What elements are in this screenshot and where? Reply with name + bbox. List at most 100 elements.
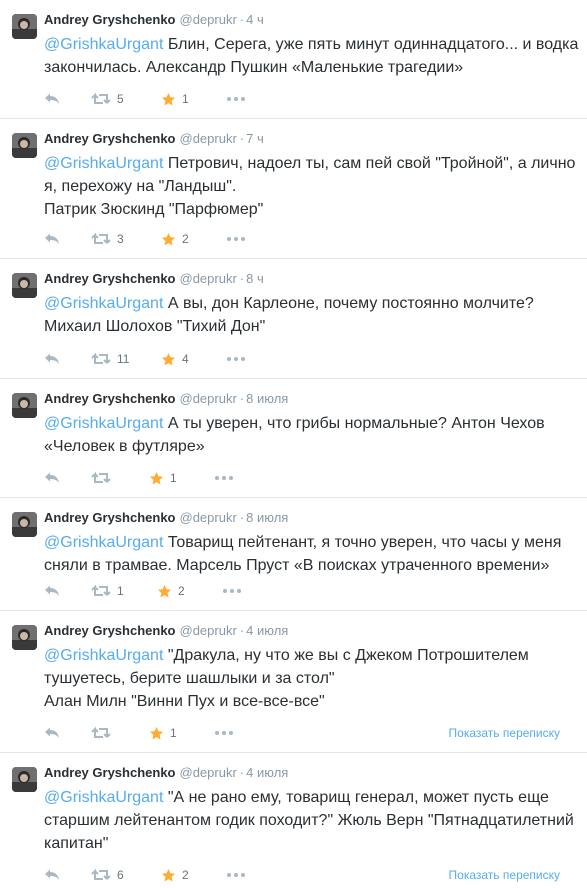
favorite-button[interactable]: 2 (161, 230, 189, 248)
more-dots-icon (227, 873, 245, 877)
avatar-image (12, 625, 37, 650)
tweet-text-line: @GrishkaUrgant А ты уверен, что грибы но… (44, 412, 574, 435)
tweet[interactable]: Andrey Gryshchenko @deprukr · 4 июля @Grish… (0, 753, 587, 888)
tweet-timestamp[interactable]: 4 июля (246, 765, 288, 780)
reply-button[interactable] (44, 230, 60, 248)
avatar[interactable] (12, 14, 37, 39)
favorite-button[interactable]: 1 (161, 90, 189, 108)
author-username[interactable]: @deprukr (180, 391, 237, 406)
author-username[interactable]: @deprukr (180, 131, 237, 146)
reply-button[interactable] (44, 582, 60, 600)
tweet-timestamp[interactable]: 8 июля (246, 510, 288, 525)
author-name[interactable]: Andrey Gryshchenko (44, 765, 176, 780)
tweet-text-segment: Петрович, надоел ты, сам пей свой "Тройн… (163, 155, 576, 172)
separator: · (239, 271, 245, 286)
author-name[interactable]: Andrey Gryshchenko (44, 510, 176, 525)
avatar[interactable] (12, 133, 37, 158)
show-conversation-link[interactable]: Показать переписку (449, 866, 560, 884)
favorite-button[interactable]: 2 (161, 866, 189, 884)
avatar[interactable] (12, 625, 37, 650)
tweet[interactable]: Andrey Gryshchenko @deprukr · 7 ч @GrishkaU… (0, 119, 587, 259)
author-name[interactable]: Andrey Gryshchenko (44, 623, 176, 638)
tweet-timestamp[interactable]: 4 июля (246, 623, 288, 638)
retweet-button[interactable]: 11 (91, 350, 129, 368)
reply-icon (45, 233, 59, 244)
more-dots-icon (227, 97, 245, 101)
tweet-text-segment: "Дракула, ну что же вы с Джеком Потрошит… (163, 647, 529, 664)
retweet-button[interactable]: 6 (91, 866, 124, 884)
tweet[interactable]: Andrey Gryshchenko @deprukr · 4 ч @GrishkaU… (0, 0, 587, 119)
tweet-text-line: Михаил Шолохов "Тихий Дон" (44, 318, 266, 335)
tweet-text-line: @GrishkaUrgant "Дракула, ну что же вы с … (44, 644, 574, 667)
favorite-count: 4 (182, 352, 189, 366)
tweet-header: Andrey Gryshchenko @deprukr · 4 ч (44, 10, 577, 30)
show-conversation-link[interactable]: Показать переписку (449, 724, 560, 742)
author-username[interactable]: @deprukr (180, 765, 237, 780)
tweet-text: @GrishkaUrgant А ты уверен, что грибы но… (44, 412, 574, 458)
more-button[interactable] (226, 90, 246, 108)
star-icon (157, 584, 172, 597)
more-button[interactable] (214, 469, 234, 487)
author-name[interactable]: Andrey Gryshchenko (44, 391, 176, 406)
author-name[interactable]: Andrey Gryshchenko (44, 12, 176, 27)
author-name[interactable]: Andrey Gryshchenko (44, 131, 176, 146)
mention-link[interactable]: @GrishkaUrgant (44, 534, 163, 551)
favorite-button[interactable]: 4 (161, 350, 189, 368)
more-dots-icon (215, 476, 233, 480)
retweet-icon (91, 232, 111, 244)
author-name[interactable]: Andrey Gryshchenko (44, 271, 176, 286)
tweet-timestamp[interactable]: 8 ч (246, 271, 264, 286)
tweet[interactable]: Andrey Gryshchenko @deprukr · 4 июля @Grish… (0, 611, 587, 753)
reply-icon (45, 353, 59, 364)
avatar[interactable] (12, 512, 37, 537)
retweet-button[interactable]: 3 (91, 230, 124, 248)
tweet-text-line: старшим лейтенантом годик походит?" Жюль… (44, 812, 574, 829)
tweet-timestamp[interactable]: 4 ч (246, 12, 264, 27)
tweet-text-line: тушуетесь, берите шашлыки и за стол" (44, 670, 335, 687)
author-username[interactable]: @deprukr (180, 12, 237, 27)
tweet-header: Andrey Gryshchenko @deprukr · 8 июля (44, 389, 577, 409)
reply-button[interactable] (44, 469, 60, 487)
mention-link[interactable]: @GrishkaUrgant (44, 415, 163, 432)
retweet-icon (91, 868, 111, 880)
more-button[interactable] (226, 866, 246, 884)
mention-link[interactable]: @GrishkaUrgant (44, 36, 163, 53)
mention-link[interactable]: @GrishkaUrgant (44, 789, 163, 806)
separator: · (239, 623, 245, 638)
more-button[interactable] (226, 230, 246, 248)
reply-button[interactable] (44, 90, 60, 108)
tweet-timestamp[interactable]: 7 ч (246, 131, 264, 146)
tweet[interactable]: Andrey Gryshchenko @deprukr · 8 июля @Grish… (0, 498, 587, 611)
more-button[interactable] (226, 350, 246, 368)
author-username[interactable]: @deprukr (180, 623, 237, 638)
tweet[interactable]: Andrey Gryshchenko @deprukr · 8 июля @Grish… (0, 379, 587, 498)
tweet-text: @GrishkaUrgant Петрович, надоел ты, сам … (44, 152, 576, 221)
reply-button[interactable] (44, 724, 60, 742)
retweet-button[interactable]: 5 (91, 90, 124, 108)
favorite-count: 1 (182, 92, 189, 106)
more-button[interactable] (214, 724, 234, 742)
more-button[interactable] (222, 582, 242, 600)
retweet-count: 5 (117, 92, 124, 106)
reply-button[interactable] (44, 350, 60, 368)
tweet-timestamp[interactable]: 8 июля (246, 391, 288, 406)
author-username[interactable]: @deprukr (180, 271, 237, 286)
favorite-button[interactable]: 1 (149, 724, 177, 742)
retweet-button[interactable] (91, 469, 117, 487)
mention-link[interactable]: @GrishkaUrgant (44, 295, 163, 312)
mention-link[interactable]: @GrishkaUrgant (44, 155, 163, 172)
avatar[interactable] (12, 767, 37, 792)
avatar[interactable] (12, 393, 37, 418)
favorite-button[interactable]: 2 (157, 582, 185, 600)
tweet-text-line: Алан Милн "Винни Пух и все-все-все" (44, 693, 325, 710)
tweet-text-line: @GrishkaUrgant Блин, Серега, уже пять ми… (44, 33, 578, 56)
retweet-button[interactable] (91, 724, 117, 742)
retweet-button[interactable]: 1 (91, 582, 124, 600)
author-username[interactable]: @deprukr (180, 510, 237, 525)
favorite-button[interactable]: 1 (149, 469, 177, 487)
reply-button[interactable] (44, 866, 60, 884)
separator: · (239, 391, 245, 406)
avatar[interactable] (12, 273, 37, 298)
mention-link[interactable]: @GrishkaUrgant (44, 647, 163, 664)
tweet[interactable]: Andrey Gryshchenko @deprukr · 8 ч @GrishkaU… (0, 259, 587, 379)
